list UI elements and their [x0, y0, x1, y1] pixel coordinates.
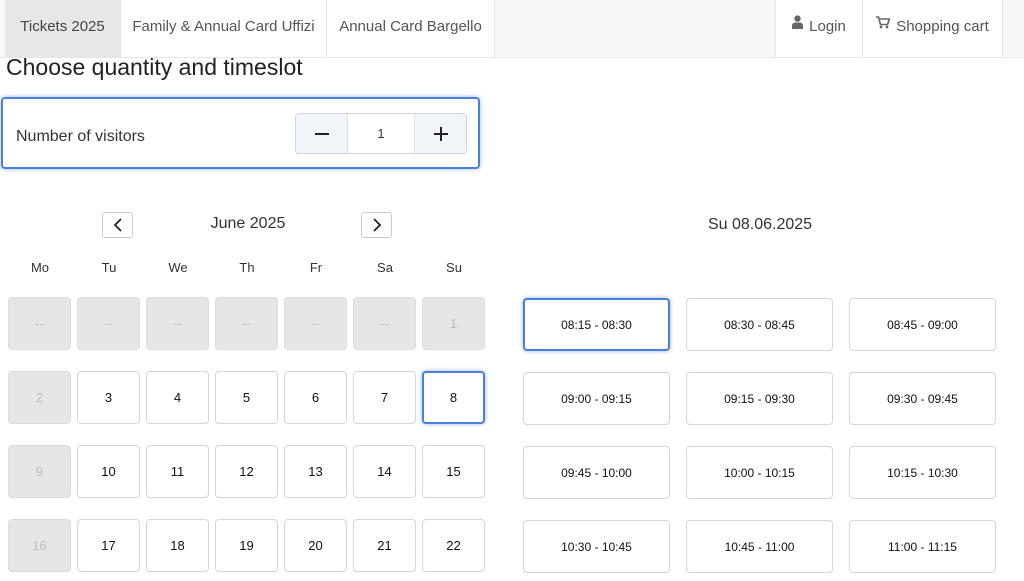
next-month-button[interactable] — [361, 212, 392, 238]
decrease-visitors-button[interactable] — [296, 114, 348, 153]
calendar-day[interactable]: 17 — [77, 519, 140, 572]
calendar-day[interactable]: 10 — [77, 445, 140, 498]
weekday-label: Tu — [101, 260, 117, 275]
timeslot-button[interactable]: 08:15 - 08:30 — [523, 298, 670, 351]
calendar-day[interactable]: 21 — [353, 519, 416, 572]
shopping-cart-link[interactable]: Shopping cart — [863, 0, 1003, 57]
calendar-day[interactable]: 11 — [146, 445, 209, 498]
weekday-label: Fr — [309, 260, 323, 275]
timeslot-button[interactable]: 10:00 - 10:15 — [686, 446, 833, 499]
calendar-day[interactable]: 19 — [215, 519, 278, 572]
tab-label: Family & Annual Card Uffizi — [132, 18, 315, 35]
weekday-label: We — [168, 260, 188, 275]
chevron-left-icon — [113, 218, 122, 232]
calendar-day[interactable]: 13 — [284, 445, 347, 498]
timeslot-button[interactable]: 09:30 - 09:45 — [849, 372, 996, 425]
calendar-day[interactable]: 3 — [77, 371, 140, 424]
calendar-day[interactable]: 6 — [284, 371, 347, 424]
calendar-day[interactable]: 12 — [215, 445, 278, 498]
minus-icon — [314, 132, 329, 135]
calendar-day-disabled: 16 — [8, 519, 71, 572]
weekday-label: Mo — [30, 260, 50, 275]
weekday-label: Sa — [377, 260, 393, 275]
tab-tickets-2025[interactable]: Tickets 2025 — [5, 0, 121, 57]
timeslot-button[interactable]: 09:15 - 09:30 — [686, 372, 833, 425]
visitors-quantity-input[interactable] — [348, 114, 414, 153]
timeslot-button[interactable]: 08:30 - 08:45 — [686, 298, 833, 351]
weekday-label: Th — [239, 260, 255, 275]
chevron-right-icon — [372, 218, 381, 232]
previous-month-button[interactable] — [102, 212, 133, 238]
timeslot-button[interactable]: 10:15 - 10:30 — [849, 446, 996, 499]
calendar-day[interactable]: 22 — [422, 519, 485, 572]
tab-label: Annual Card Bargello — [339, 18, 482, 35]
cart-icon — [876, 0, 891, 52]
page-title: Choose quantity and timeslot — [6, 54, 303, 80]
calendar-day-disabled: -- — [215, 297, 278, 350]
calendar-day[interactable]: 4 — [146, 371, 209, 424]
increase-visitors-button[interactable] — [414, 114, 466, 153]
plus-icon — [433, 126, 448, 141]
month-title: June 2025 — [210, 215, 286, 232]
calendar-day-disabled: 9 — [8, 445, 71, 498]
timeslot-button[interactable]: 10:30 - 10:45 — [523, 520, 670, 573]
calendar-day-disabled: 1 — [422, 297, 485, 350]
calendar-day[interactable]: 14 — [353, 445, 416, 498]
calendar-day-disabled: -- — [284, 297, 347, 350]
timeslot-button[interactable]: 11:00 - 11:15 — [849, 520, 996, 573]
tab-label: Tickets 2025 — [20, 18, 105, 35]
calendar-day-disabled: -- — [77, 297, 140, 350]
timeslot-button[interactable]: 10:45 - 11:00 — [686, 520, 833, 573]
visitors-panel: Number of visitors — [1, 97, 480, 169]
tab-annual-card-bargello[interactable]: Annual Card Bargello — [327, 0, 495, 57]
calendar-day-disabled: 2 — [8, 371, 71, 424]
tab-family-annual-card-uffizi[interactable]: Family & Annual Card Uffizi — [121, 0, 327, 57]
cart-label: Shopping cart — [896, 18, 989, 35]
weekday-label: Su — [446, 260, 462, 275]
calendar-day[interactable]: 5 — [215, 371, 278, 424]
calendar-day[interactable]: 18 — [146, 519, 209, 572]
visitors-label: Number of visitors — [16, 128, 145, 145]
calendar-day[interactable]: 20 — [284, 519, 347, 572]
calendar-day-disabled: -- — [8, 297, 71, 350]
timeslot-button[interactable]: 09:45 - 10:00 — [523, 446, 670, 499]
calendar-day-disabled: -- — [353, 297, 416, 350]
calendar-day[interactable]: 15 — [422, 445, 485, 498]
selected-date-title: Su 08.06.2025 — [707, 216, 813, 233]
login-link[interactable]: Login — [775, 0, 863, 57]
login-label: Login — [809, 18, 846, 35]
user-icon — [792, 0, 804, 52]
timeslot-button[interactable]: 09:00 - 09:15 — [523, 372, 670, 425]
calendar-day[interactable]: 8 — [422, 371, 485, 424]
calendar-day[interactable]: 7 — [353, 371, 416, 424]
top-navigation: Tickets 2025 Family & Annual Card Uffizi… — [0, 0, 1024, 58]
calendar-day-disabled: -- — [146, 297, 209, 350]
timeslot-button[interactable]: 08:45 - 09:00 — [849, 298, 996, 351]
quantity-stepper — [295, 113, 467, 154]
